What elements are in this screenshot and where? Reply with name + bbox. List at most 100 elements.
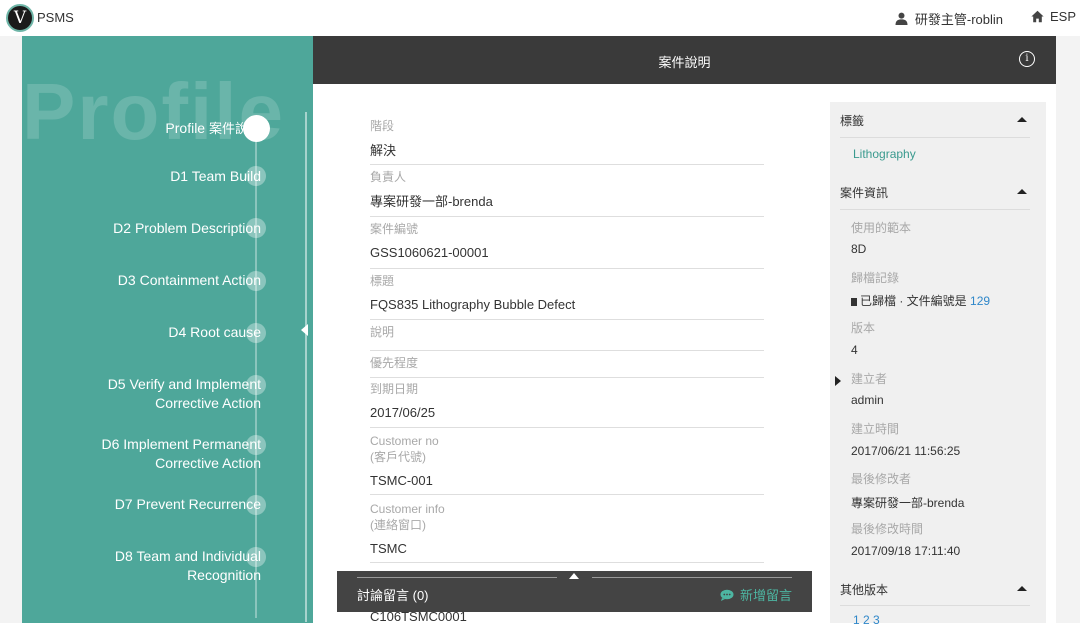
step-dot-d1[interactable] bbox=[246, 166, 266, 186]
user-name: 研發主管-roblin bbox=[914, 12, 1003, 27]
app-logo[interactable]: V bbox=[6, 4, 34, 32]
step-code: D8 bbox=[114, 548, 133, 564]
language-label: ESP bbox=[1049, 9, 1076, 24]
field-owner[interactable]: 負責人 專案研發一部-brenda bbox=[370, 169, 764, 217]
add-comment-button[interactable]: 新增留言 bbox=[720, 585, 792, 604]
tags-section-header[interactable]: 標籤 bbox=[840, 112, 1030, 128]
template-value: 8D bbox=[851, 242, 867, 256]
field-label: 說明 bbox=[370, 325, 395, 339]
step-d5[interactable]: D5 Verify and Implement Corrective Actio… bbox=[108, 375, 261, 413]
top-bar: V PSMS 研發主管-roblin ESP bbox=[0, 0, 1080, 36]
field-label: 階段 bbox=[370, 119, 395, 133]
app-name: PSMS bbox=[37, 10, 74, 25]
tag-chip[interactable]: Lithography bbox=[853, 147, 916, 161]
field-value: 解決 bbox=[370, 143, 397, 158]
field-label-sub: (客戶代號) bbox=[370, 450, 426, 464]
creator-label: 建立者 bbox=[851, 372, 888, 386]
step-dot-d5[interactable] bbox=[246, 375, 266, 395]
field-label: 標題 bbox=[370, 274, 395, 288]
field-label-sub: (連絡窗口) bbox=[370, 518, 426, 532]
language-menu[interactable]: ESP bbox=[1031, 9, 1076, 24]
other-versions-section-header[interactable]: 其他版本 bbox=[840, 581, 1030, 597]
logo-letter: V bbox=[13, 8, 27, 28]
field-value: 2017/06/25 bbox=[370, 405, 436, 420]
divider bbox=[357, 577, 557, 578]
field-label: Customer no bbox=[370, 434, 439, 448]
field-customer-info[interactable]: Customer info (連絡窗口) TSMC bbox=[370, 501, 764, 563]
archive-value: 已歸檔 · 文件編號是 129 bbox=[851, 292, 990, 309]
step-label: Prevent Recurrence bbox=[136, 496, 261, 512]
expand-comments-icon[interactable] bbox=[569, 573, 579, 579]
modifier-label: 最後修改者 bbox=[851, 472, 912, 486]
step-label-line2: Corrective Action bbox=[155, 395, 261, 411]
archive-label: 歸檔記錄 bbox=[851, 271, 900, 285]
step-code: D7 bbox=[114, 496, 133, 512]
created-time-label: 建立時間 bbox=[851, 422, 900, 436]
field-title[interactable]: 標題 FQS835 Lithography Bubble Defect bbox=[370, 273, 764, 320]
step-label-line2: Recognition bbox=[187, 567, 261, 583]
collapse-sidebar-icon[interactable] bbox=[301, 324, 308, 336]
user-icon bbox=[895, 12, 908, 25]
archive-text: 已歸檔 · 文件編號是 bbox=[860, 294, 967, 308]
home-icon bbox=[1031, 10, 1044, 23]
step-dot-d6[interactable] bbox=[246, 435, 266, 455]
collapse-caret-icon bbox=[1017, 586, 1027, 591]
section-title: 標籤 bbox=[840, 114, 865, 128]
info-glyph: i bbox=[1025, 53, 1029, 64]
step-dot-d8[interactable] bbox=[246, 547, 266, 567]
collapse-caret-icon bbox=[1017, 117, 1027, 122]
other-versions-links[interactable]: 1 2 3 bbox=[853, 613, 880, 627]
step-d6[interactable]: D6 Implement Permanent Corrective Action bbox=[101, 435, 261, 473]
user-menu[interactable]: 研發主管-roblin bbox=[895, 9, 1003, 28]
comments-count[interactable]: 討論留言 (0) bbox=[357, 585, 429, 604]
archive-doc-link[interactable]: 129 bbox=[970, 294, 990, 308]
step-dot-d2[interactable] bbox=[246, 218, 266, 238]
field-value: 專案研發一部-brenda bbox=[370, 194, 493, 209]
step-d8[interactable]: D8 Team and Individual Recognition bbox=[115, 547, 261, 585]
field-due-date[interactable]: 到期日期 2017/06/25 bbox=[370, 381, 764, 428]
template-label: 使用的範本 bbox=[851, 221, 912, 235]
field-label: Customer info bbox=[370, 502, 445, 516]
step-dot-d4[interactable] bbox=[246, 323, 266, 343]
step-label: Problem Description bbox=[134, 220, 261, 236]
expand-panel-icon[interactable] bbox=[835, 376, 841, 386]
divider bbox=[592, 577, 792, 578]
step-dot-d7[interactable] bbox=[246, 495, 266, 515]
info-panel: 標籤 Lithography 案件資訊 使用的範本 8D 歸檔記錄 已歸檔 · … bbox=[830, 102, 1046, 627]
comment-icon bbox=[720, 589, 734, 601]
field-customer-no[interactable]: Customer no (客戶代號) TSMC-001 bbox=[370, 433, 764, 495]
divider bbox=[840, 137, 1030, 138]
step-d7[interactable]: D7 Prevent Recurrence bbox=[115, 495, 261, 514]
modified-time-value: 2017/09/18 17:11:40 bbox=[851, 544, 961, 558]
field-stage[interactable]: 階段 解決 bbox=[370, 118, 764, 165]
add-comment-label: 新增留言 bbox=[739, 588, 792, 603]
field-label: 案件編號 bbox=[370, 222, 419, 236]
modified-time-label: 最後修改時間 bbox=[851, 522, 924, 536]
collapse-caret-icon bbox=[1017, 189, 1027, 194]
divider bbox=[840, 605, 1030, 606]
created-time-value: 2017/06/21 11:56:25 bbox=[851, 444, 961, 458]
section-title: 其他版本 bbox=[840, 583, 889, 597]
sidebar-divider bbox=[305, 112, 307, 622]
field-value: TSMC bbox=[370, 541, 407, 556]
field-description[interactable]: 說明 bbox=[370, 324, 764, 351]
step-d2[interactable]: D2 Problem Description bbox=[113, 219, 261, 238]
step-code: D3 bbox=[117, 272, 136, 288]
field-priority[interactable]: 優先程度 bbox=[370, 355, 764, 378]
info-icon[interactable]: i bbox=[1019, 51, 1035, 67]
step-code: D6 bbox=[101, 436, 120, 452]
section-title: 案件資訊 bbox=[840, 186, 889, 200]
content-header: 案件說明 i bbox=[313, 36, 1056, 84]
step-dot-d3[interactable] bbox=[246, 271, 266, 291]
field-value: FQS835 Lithography Bubble Defect bbox=[370, 297, 576, 312]
step-label: Verify and Implement bbox=[129, 376, 261, 392]
step-label: Implement Permanent bbox=[123, 436, 261, 452]
step-code: Profile bbox=[165, 120, 206, 136]
field-case-number[interactable]: 案件編號 GSS1060621-00001 bbox=[370, 221, 764, 269]
step-d3[interactable]: D3 Containment Action bbox=[118, 271, 261, 290]
step-dot-profile[interactable] bbox=[243, 115, 270, 142]
page-title: 案件說明 bbox=[658, 55, 711, 70]
comment-bar: 討論留言 (0) 新增留言 bbox=[337, 571, 812, 612]
version-value: 4 bbox=[851, 343, 858, 357]
case-info-section-header[interactable]: 案件資訊 bbox=[840, 184, 1030, 200]
